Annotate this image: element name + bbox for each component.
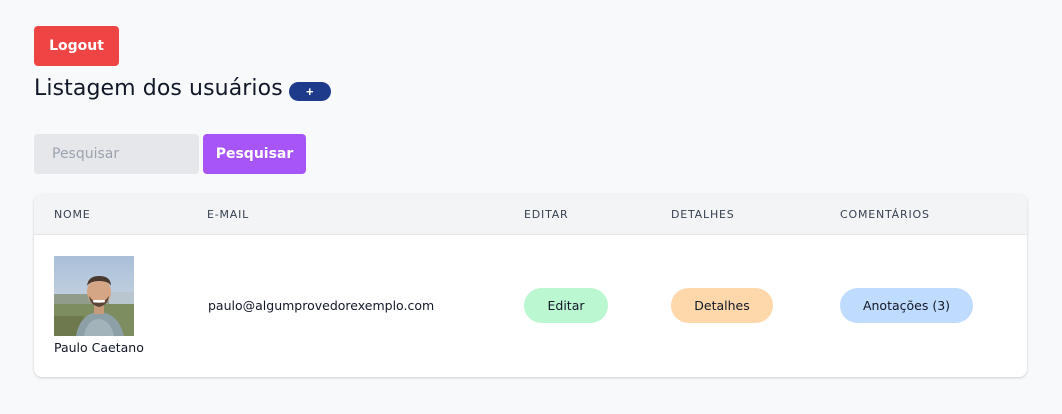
logout-button[interactable]: Logout: [34, 26, 119, 66]
search-button[interactable]: Pesquisar: [203, 134, 306, 174]
avatar: [54, 256, 134, 336]
search-input[interactable]: [34, 134, 199, 174]
users-table: NOME E-MAIL EDITAR DETALHES COMENTÁRIOS: [34, 194, 1027, 377]
table-header: NOME E-MAIL EDITAR DETALHES COMENTÁRIOS: [34, 194, 1027, 235]
column-header-email: E-MAIL: [207, 208, 250, 221]
page: Logout Listagem dos usuários + Pesquisar…: [0, 0, 1062, 414]
column-header-edit: EDITAR: [524, 208, 569, 221]
table-row: Paulo Caetano paulo@algumprovedorexemplo…: [34, 235, 1027, 377]
user-email: paulo@algumprovedorexemplo.com: [208, 298, 435, 313]
add-user-button[interactable]: +: [288, 82, 331, 101]
notes-button[interactable]: Anotações (3): [840, 288, 973, 323]
edit-button[interactable]: Editar: [524, 288, 608, 323]
page-title: Listagem dos usuários: [34, 76, 283, 101]
user-name: Paulo Caetano: [54, 340, 144, 355]
column-header-comments: COMENTÁRIOS: [840, 208, 930, 221]
user-photo: [54, 256, 134, 336]
column-header-details: DETALHES: [671, 208, 735, 221]
column-header-name: NOME: [54, 208, 91, 221]
title-row: Listagem dos usuários +: [34, 76, 331, 101]
details-button[interactable]: Detalhes: [671, 288, 773, 323]
